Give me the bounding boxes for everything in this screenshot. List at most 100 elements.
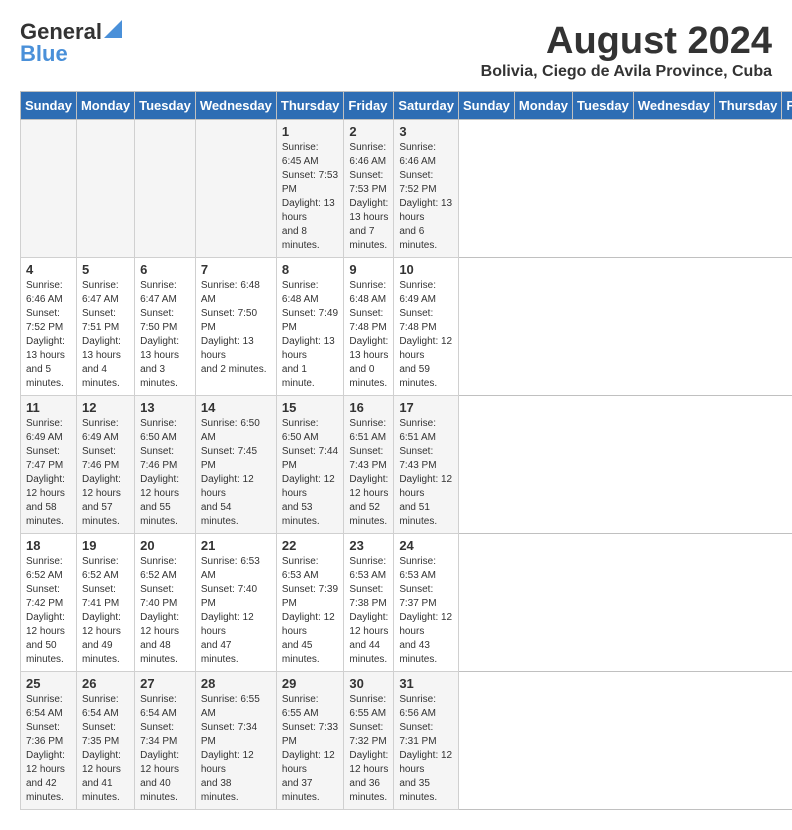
header-monday: Monday — [514, 92, 572, 120]
calendar-cell: 12Sunrise: 6:49 AM Sunset: 7:46 PM Dayli… — [76, 396, 134, 534]
calendar-cell: 20Sunrise: 6:52 AM Sunset: 7:40 PM Dayli… — [135, 534, 196, 672]
day-info: Sunrise: 6:46 AM Sunset: 7:53 PM Dayligh… — [349, 141, 388, 253]
calendar-cell: 13 Sunrise: 6:50 AM Sunset: 7:46 PM Dayli… — [135, 396, 196, 534]
day-number: 5 — [82, 262, 129, 277]
day-number: 11 — [26, 400, 71, 415]
calendar-cell — [135, 120, 196, 258]
calendar-cell: 5 Sunrise: 6:47 AM Sunset: 7:51 PM Daylig… — [76, 258, 134, 396]
calendar-cell: 27 Sunrise: 6:54 AM Sunset: 7:34 PM Dayli… — [135, 672, 196, 810]
calendar-week-row: 4 Sunrise: 6:46 AM Sunset: 7:52 PM Daylig… — [21, 258, 792, 396]
calendar-week-row: 25Sunrise: 6:54 AM Sunset: 7:36 PM Dayli… — [21, 672, 792, 810]
day-info: Sunrise: 6:54 AM Sunset: 7:34 PM Dayligh… — [140, 693, 190, 805]
calendar-cell: 31Sunrise: 6:56 AM Sunset: 7:31 PM Dayli… — [394, 672, 459, 810]
day-number: 28 — [201, 676, 271, 691]
calendar-cell: 24 Sunrise: 6:53 AM Sunset: 7:37 PM Dayli… — [394, 534, 459, 672]
day-number: 26 — [82, 676, 129, 691]
calendar-cell: 10Sunrise: 6:49 AM Sunset: 7:48 PM Dayli… — [394, 258, 459, 396]
header-sunday: Sunday — [21, 92, 77, 120]
day-info: Sunrise: 6:52 AM Sunset: 7:41 PM Dayligh… — [82, 555, 129, 667]
day-number: 13 — [140, 400, 190, 415]
day-number: 19 — [82, 538, 129, 553]
calendar-cell: 6Sunrise: 6:47 AM Sunset: 7:50 PM Daylig… — [135, 258, 196, 396]
day-info: Sunrise: 6:48 AM Sunset: 7:50 PM Dayligh… — [201, 279, 271, 377]
day-info: Sunrise: 6:45 AM Sunset: 7:53 PM Dayligh… — [282, 141, 339, 253]
day-info: Sunrise: 6:47 AM Sunset: 7:50 PM Dayligh… — [140, 279, 190, 391]
calendar-cell: 1Sunrise: 6:45 AM Sunset: 7:53 PM Daylig… — [276, 120, 344, 258]
day-number: 15 — [282, 400, 339, 415]
calendar-cell — [76, 120, 134, 258]
calendar-cell: 11Sunrise: 6:49 AM Sunset: 7:47 PM Dayli… — [21, 396, 77, 534]
calendar-cell — [195, 120, 276, 258]
day-info: Sunrise: 6:54 AM Sunset: 7:35 PM Dayligh… — [82, 693, 129, 805]
calendar-cell: 19 Sunrise: 6:52 AM Sunset: 7:41 PM Dayli… — [76, 534, 134, 672]
day-info: Sunrise: 6:51 AM Sunset: 7:43 PM Dayligh… — [349, 417, 388, 529]
calendar-week-row: 1Sunrise: 6:45 AM Sunset: 7:53 PM Daylig… — [21, 120, 792, 258]
calendar-cell: 22 Sunrise: 6:53 AM Sunset: 7:39 PM Dayli… — [276, 534, 344, 672]
calendar-cell: 7 Sunrise: 6:48 AM Sunset: 7:50 PM Daylig… — [195, 258, 276, 396]
header-tuesday: Tuesday — [573, 92, 634, 120]
day-info: Sunrise: 6:53 AM Sunset: 7:39 PM Dayligh… — [282, 555, 339, 667]
header-monday: Monday — [76, 92, 134, 120]
header-tuesday: Tuesday — [135, 92, 196, 120]
day-info: Sunrise: 6:47 AM Sunset: 7:51 PM Dayligh… — [82, 279, 129, 391]
month-year-title: August 2024 — [481, 20, 772, 63]
calendar-week-row: 18Sunrise: 6:52 AM Sunset: 7:42 PM Dayli… — [21, 534, 792, 672]
day-info: Sunrise: 6:50 AM Sunset: 7:44 PM Dayligh… — [282, 417, 339, 529]
day-info: Sunrise: 6:46 AM Sunset: 7:52 PM Dayligh… — [399, 141, 453, 253]
location-subtitle: Bolivia, Ciego de Avila Province, Cuba — [481, 63, 772, 81]
day-number: 29 — [282, 676, 339, 691]
header-saturday: Saturday — [394, 92, 459, 120]
calendar-cell: 26 Sunrise: 6:54 AM Sunset: 7:35 PM Dayli… — [76, 672, 134, 810]
day-number: 16 — [349, 400, 388, 415]
calendar-cell: 29Sunrise: 6:55 AM Sunset: 7:33 PM Dayli… — [276, 672, 344, 810]
day-info: Sunrise: 6:55 AM Sunset: 7:34 PM Dayligh… — [201, 693, 271, 805]
day-number: 30 — [349, 676, 388, 691]
day-number: 3 — [399, 124, 453, 139]
page-header: General Blue August 2024 Bolivia, Ciego … — [20, 20, 772, 81]
logo-arrow-icon — [104, 20, 122, 38]
day-info: Sunrise: 6:51 AM Sunset: 7:43 PM Dayligh… — [399, 417, 453, 529]
logo-general-text: General — [20, 21, 102, 43]
calendar-cell: 8 Sunrise: 6:48 AM Sunset: 7:49 PM Daylig… — [276, 258, 344, 396]
header-wednesday: Wednesday — [633, 92, 714, 120]
day-number: 8 — [282, 262, 339, 277]
day-info: Sunrise: 6:48 AM Sunset: 7:49 PM Dayligh… — [282, 279, 339, 391]
day-info: Sunrise: 6:50 AM Sunset: 7:46 PM Dayligh… — [140, 417, 190, 529]
day-number: 4 — [26, 262, 71, 277]
header-thursday: Thursday — [276, 92, 344, 120]
calendar-cell: 2 Sunrise: 6:46 AM Sunset: 7:53 PM Daylig… — [344, 120, 394, 258]
calendar-cell: 30 Sunrise: 6:55 AM Sunset: 7:32 PM Dayli… — [344, 672, 394, 810]
header-thursday: Thursday — [714, 92, 782, 120]
day-number: 22 — [282, 538, 339, 553]
calendar-cell: 16 Sunrise: 6:51 AM Sunset: 7:43 PM Dayli… — [344, 396, 394, 534]
day-number: 18 — [26, 538, 71, 553]
day-info: Sunrise: 6:54 AM Sunset: 7:36 PM Dayligh… — [26, 693, 71, 805]
day-info: Sunrise: 6:53 AM Sunset: 7:37 PM Dayligh… — [399, 555, 453, 667]
day-info: Sunrise: 6:56 AM Sunset: 7:31 PM Dayligh… — [399, 693, 453, 805]
calendar-cell: 18Sunrise: 6:52 AM Sunset: 7:42 PM Dayli… — [21, 534, 77, 672]
day-number: 24 — [399, 538, 453, 553]
day-info: Sunrise: 6:48 AM Sunset: 7:48 PM Dayligh… — [349, 279, 388, 391]
logo: General Blue — [20, 20, 122, 65]
day-number: 20 — [140, 538, 190, 553]
header-friday: Friday — [344, 92, 394, 120]
calendar-cell: 9 Sunrise: 6:48 AM Sunset: 7:48 PM Daylig… — [344, 258, 394, 396]
day-number: 12 — [82, 400, 129, 415]
calendar-cell: 21Sunrise: 6:53 AM Sunset: 7:40 PM Dayli… — [195, 534, 276, 672]
day-number: 9 — [349, 262, 388, 277]
header-friday: Friday — [782, 92, 792, 120]
day-info: Sunrise: 6:53 AM Sunset: 7:38 PM Dayligh… — [349, 555, 388, 667]
day-info: Sunrise: 6:55 AM Sunset: 7:32 PM Dayligh… — [349, 693, 388, 805]
day-number: 27 — [140, 676, 190, 691]
day-info: Sunrise: 6:46 AM Sunset: 7:52 PM Dayligh… — [26, 279, 71, 391]
day-info: Sunrise: 6:49 AM Sunset: 7:48 PM Dayligh… — [399, 279, 453, 391]
header-wednesday: Wednesday — [195, 92, 276, 120]
day-number: 23 — [349, 538, 388, 553]
day-number: 2 — [349, 124, 388, 139]
calendar-cell: 3 Sunrise: 6:46 AM Sunset: 7:52 PM Daylig… — [394, 120, 459, 258]
day-number: 21 — [201, 538, 271, 553]
day-number: 7 — [201, 262, 271, 277]
calendar-cell: 4 Sunrise: 6:46 AM Sunset: 7:52 PM Daylig… — [21, 258, 77, 396]
day-number: 14 — [201, 400, 271, 415]
day-number: 17 — [399, 400, 453, 415]
